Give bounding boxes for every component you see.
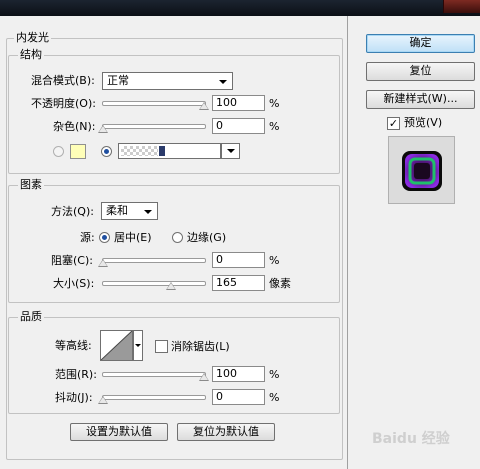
opacity-label: 不透明度(O): — [31, 97, 96, 110]
choke-slider-thumb[interactable] — [98, 259, 108, 267]
chevron-down-icon — [135, 344, 141, 347]
source-center-radio[interactable] — [99, 232, 110, 243]
jitter-slider-track[interactable] — [102, 395, 206, 400]
elements-title: 图素 — [18, 178, 44, 192]
ok-button[interactable]: 确定 — [366, 34, 475, 53]
noise-unit: % — [269, 120, 280, 133]
range-slider-thumb[interactable] — [199, 373, 209, 381]
gradient-radio[interactable] — [101, 146, 112, 157]
blend-mode-value: 正常 — [107, 74, 129, 87]
panel-divider — [347, 16, 348, 469]
contour-picker[interactable] — [100, 330, 133, 361]
gradient-end-color — [159, 146, 165, 156]
source-center-label: 居中(E) — [114, 231, 152, 244]
range-unit: % — [269, 368, 280, 381]
chevron-down-icon — [144, 210, 152, 214]
opacity-input[interactable]: 100 — [212, 95, 265, 111]
preview-label: 预览(V) — [404, 116, 443, 129]
preview-checkbox[interactable]: ✓ — [387, 117, 400, 130]
contour-curve-icon — [101, 331, 132, 360]
size-slider-thumb[interactable] — [166, 282, 176, 290]
noise-slider-track[interactable] — [102, 124, 206, 129]
new-style-button[interactable]: 新建样式(W)... — [366, 90, 475, 109]
choke-label: 阻塞(C): — [51, 254, 93, 267]
gradient-picker[interactable] — [118, 143, 221, 159]
noise-label: 杂色(N): — [53, 120, 96, 133]
opacity-unit: % — [269, 97, 280, 110]
choke-unit: % — [269, 254, 280, 267]
range-input[interactable]: 100 — [212, 366, 265, 382]
structure-title: 结构 — [18, 48, 44, 62]
baidu-watermark: Baidu 经验 — [372, 431, 450, 447]
chevron-down-icon — [227, 149, 235, 153]
glow-color-swatch[interactable] — [70, 144, 86, 159]
range-slider-track[interactable] — [102, 372, 206, 377]
range-label: 范围(R): — [55, 368, 97, 381]
size-slider-track[interactable] — [102, 281, 206, 286]
solid-color-radio[interactable] — [53, 146, 64, 157]
jitter-input[interactable]: 0 — [212, 389, 265, 405]
noise-slider-thumb[interactable] — [98, 125, 108, 133]
contour-label: 等高线: — [55, 339, 92, 352]
jitter-slider-thumb[interactable] — [98, 396, 108, 404]
size-unit: 像素 — [269, 277, 291, 290]
reset-button[interactable]: 复位 — [366, 62, 475, 81]
close-button[interactable] — [443, 0, 480, 13]
size-label: 大小(S): — [53, 277, 95, 290]
reset-default-button[interactable]: 复位为默认值 — [177, 423, 275, 441]
source-edge-radio[interactable] — [172, 232, 183, 243]
source-edge-label: 边缘(G) — [187, 231, 227, 244]
technique-select[interactable]: 柔和 — [101, 202, 158, 220]
quality-title: 品质 — [18, 310, 44, 324]
blend-mode-label: 混合模式(B): — [31, 74, 95, 87]
preview-glow-icon — [402, 151, 442, 191]
window-title-bar — [0, 0, 480, 16]
gradient-checker-preview — [121, 146, 158, 156]
source-label: 源: — [80, 231, 95, 244]
technique-value: 柔和 — [106, 204, 128, 217]
style-preview-thumbnail — [388, 136, 455, 204]
inner-glow-title: 内发光 — [14, 31, 51, 45]
choke-input[interactable]: 0 — [212, 252, 265, 268]
chevron-down-icon — [219, 80, 227, 84]
make-default-button[interactable]: 设置为默认值 — [70, 423, 168, 441]
opacity-slider-track[interactable] — [102, 101, 206, 106]
anti-alias-label: 消除锯齿(L) — [171, 340, 230, 353]
contour-dropdown[interactable] — [133, 330, 143, 361]
technique-label: 方法(Q): — [51, 205, 94, 218]
noise-input[interactable]: 0 — [212, 118, 265, 134]
checkmark-icon: ✓ — [388, 117, 399, 130]
opacity-slider-thumb[interactable] — [199, 102, 209, 110]
gradient-dropdown[interactable] — [221, 143, 240, 159]
size-input[interactable]: 165 — [212, 275, 265, 291]
jitter-label: 抖动(J): — [55, 391, 93, 404]
choke-slider-track[interactable] — [102, 258, 206, 263]
anti-alias-checkbox[interactable] — [155, 340, 168, 353]
jitter-unit: % — [269, 391, 280, 404]
blend-mode-select[interactable]: 正常 — [102, 72, 233, 90]
